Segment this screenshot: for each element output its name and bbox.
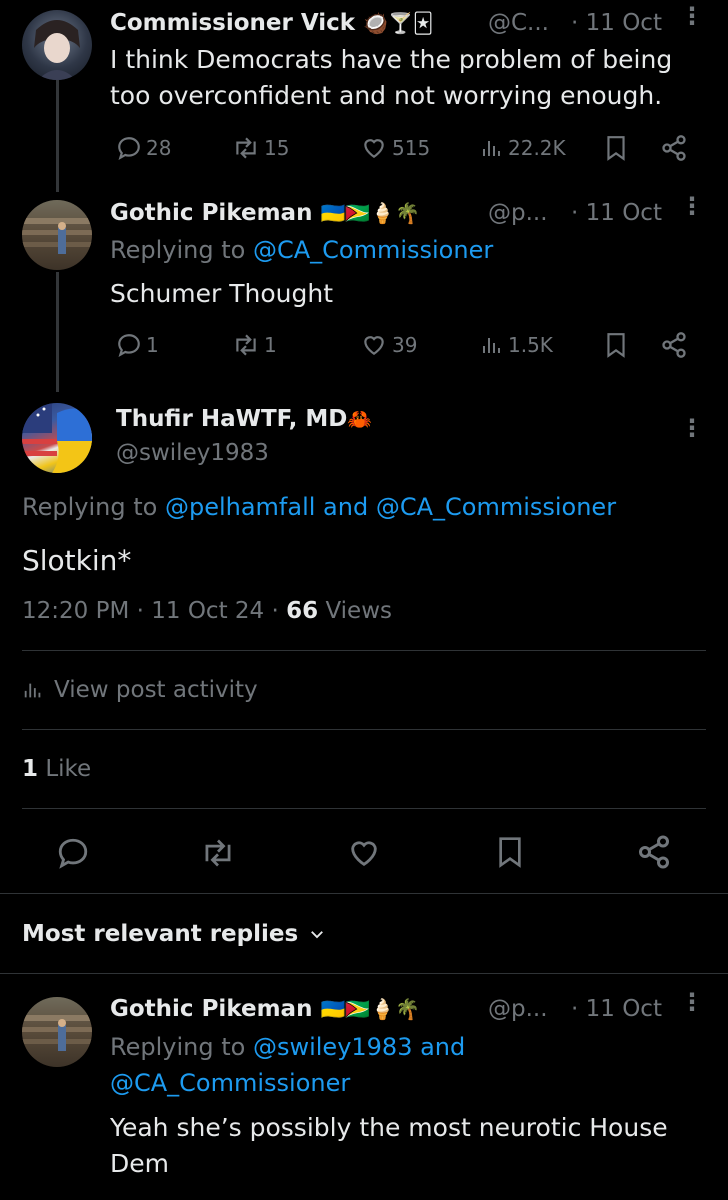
views-count: 22.2K	[508, 136, 566, 160]
repost-icon	[205, 839, 231, 867]
like-count: 515	[392, 136, 431, 160]
more-options-icon[interactable]: ⋮	[680, 194, 704, 218]
reply-sort-dropdown[interactable]: Most relevant replies	[22, 921, 326, 947]
likes-label: Like	[45, 756, 92, 782]
author-name[interactable]: Gothic Pikeman	[110, 200, 312, 226]
views-count: 1.5K	[508, 333, 553, 357]
analytics-icon	[24, 683, 41, 698]
share-icon	[662, 332, 686, 358]
views-button[interactable]: 22.2K	[480, 135, 566, 161]
avatar-photo	[22, 218, 92, 254]
post-timestamp[interactable]: 12:20 PM · 11 Oct 24 ·	[22, 598, 286, 624]
more-options-icon[interactable]: ⋮	[680, 990, 704, 1014]
replying-to-label: Replying to	[22, 493, 158, 521]
repost-button[interactable]: 1	[232, 332, 277, 358]
bookmark-icon	[499, 837, 521, 868]
post-date[interactable]: · 11 Oct	[571, 996, 662, 1022]
heart-icon	[364, 139, 384, 158]
post-text: Yeah she’s possibly the most neurotic Ho…	[110, 1113, 668, 1178]
main-post-text: Slotkin*	[22, 544, 132, 577]
thread-line	[56, 80, 59, 192]
share-icon	[639, 835, 669, 869]
chevron-down-icon	[311, 931, 324, 939]
avatar[interactable]	[22, 200, 92, 270]
share-button[interactable]	[660, 134, 688, 162]
like-count: 39	[392, 333, 418, 357]
replying-to-links[interactable]: @pelhamfall and @CA_Commissioner	[165, 493, 616, 521]
heart-icon	[364, 336, 384, 355]
author-name[interactable]: Commissioner Vick	[110, 10, 355, 36]
post-text: I think Democrats have the problem of be…	[110, 45, 673, 110]
author-handle[interactable]: @swiley1983	[116, 440, 269, 466]
like-button[interactable]	[346, 836, 382, 870]
share-icon	[662, 135, 686, 161]
view-post-activity-link[interactable]: View post activity	[22, 677, 258, 703]
views-icon	[483, 141, 500, 156]
reply-button[interactable]	[56, 836, 90, 870]
repost-icon	[236, 137, 256, 159]
divider	[22, 729, 706, 730]
avatar[interactable]	[22, 10, 92, 80]
author-name[interactable]: Thufir HaWTF, MD	[116, 406, 347, 432]
repost-count: 1	[264, 333, 277, 357]
reply-count: 28	[146, 136, 172, 160]
author-handle[interactable]: @p...	[488, 200, 548, 226]
author-handle[interactable]: @C...	[488, 10, 549, 36]
views-label: Views	[325, 598, 393, 624]
author-name[interactable]: Gothic Pikeman	[110, 996, 312, 1022]
reply-button[interactable]: 1	[116, 332, 159, 358]
bookmark-button[interactable]	[603, 134, 629, 162]
repost-count: 15	[264, 136, 290, 160]
bookmark-button[interactable]	[494, 834, 526, 870]
views-icon	[483, 338, 500, 353]
views-count: 66	[286, 598, 319, 624]
likes-summary[interactable]: 1 Like	[22, 756, 91, 782]
like-button[interactable]: 39	[360, 332, 417, 358]
post-date[interactable]: · 11 Oct	[571, 200, 662, 226]
divider	[22, 808, 706, 809]
repost-button[interactable]	[200, 836, 236, 870]
view-post-activity-label: View post activity	[54, 677, 258, 703]
section-divider	[0, 973, 728, 974]
post-text: Schumer Thought	[110, 279, 334, 308]
reply-icon	[118, 334, 140, 358]
bookmark-button[interactable]	[603, 331, 629, 359]
replying-to-link[interactable]: @CA_Commissioner	[253, 236, 493, 264]
heart-icon	[351, 841, 377, 867]
post-date[interactable]: · 11 Oct	[571, 10, 662, 36]
bookmark-icon	[607, 333, 625, 358]
repost-icon	[236, 334, 256, 356]
section-divider	[0, 893, 728, 894]
avatar-flags	[22, 403, 92, 473]
more-options-icon[interactable]: ⋮	[680, 416, 704, 440]
reply-count: 1	[146, 333, 159, 357]
divider	[22, 650, 706, 651]
share-button[interactable]	[660, 331, 688, 359]
likes-count: 1	[22, 756, 39, 782]
bookmark-icon	[607, 136, 625, 161]
repost-button[interactable]: 15	[232, 135, 289, 161]
like-button[interactable]: 515	[360, 135, 430, 161]
avatar[interactable]	[22, 403, 92, 473]
more-options-icon[interactable]: ⋮	[680, 4, 704, 28]
reply-button[interactable]: 28	[116, 135, 171, 161]
author-handle[interactable]: @p...	[488, 996, 548, 1022]
reply-icon	[58, 838, 88, 869]
reply-sort-label: Most relevant replies	[22, 921, 299, 947]
avatar[interactable]	[22, 997, 92, 1067]
views-button[interactable]: 1.5K	[480, 332, 553, 358]
avatar-photo	[22, 1015, 92, 1051]
author-emojis: 🇺🇦🇬🇾🍦🌴	[320, 997, 421, 1021]
avatar-anime-figure	[34, 20, 80, 80]
replying-to-link[interactable]: @CA_Commissioner	[110, 1069, 350, 1097]
reply-icon	[118, 137, 140, 161]
replying-to-link[interactable]: @swiley1983 and	[253, 1033, 465, 1061]
replying-to-label: Replying to	[110, 236, 246, 264]
author-emojis: 🇺🇦🇬🇾🍦🌴	[320, 201, 421, 225]
replying-to-label: Replying to	[110, 1033, 246, 1061]
author-emoji: 🦀	[347, 407, 373, 431]
share-button[interactable]	[636, 834, 672, 870]
author-emojis: 🥥🍸🃏	[363, 11, 434, 35]
thread-line	[56, 272, 59, 392]
